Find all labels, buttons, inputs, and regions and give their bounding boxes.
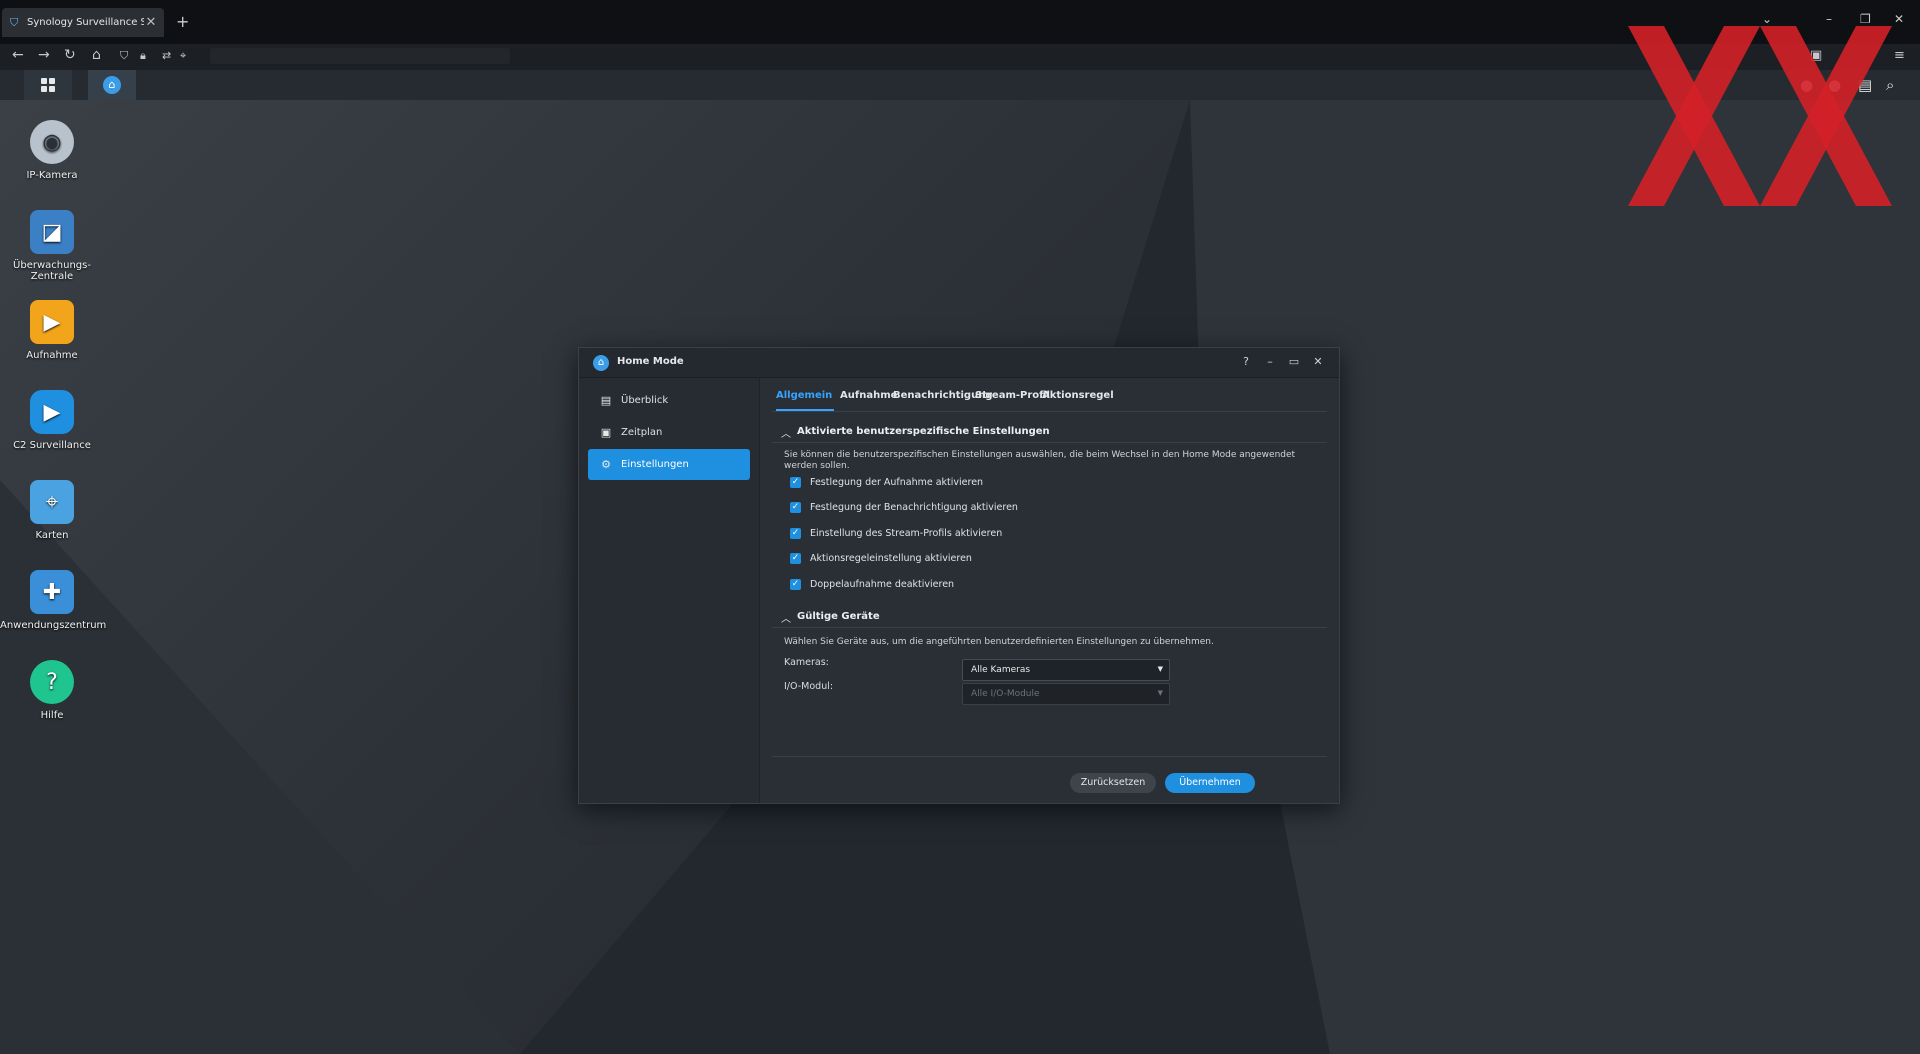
grid-icon xyxy=(41,78,55,92)
checkbox-action-rule[interactable]: ✓ Aktionsregeleinstellung aktivieren xyxy=(790,553,972,564)
address-bar[interactable] xyxy=(210,48,510,64)
location-icon[interactable]: ⌖ xyxy=(180,49,186,63)
browser-tab-title: Synology Surveillance Station - xyxy=(27,17,144,28)
shield-icon: ⛉ xyxy=(10,15,19,29)
tab-close-icon[interactable]: ✕ xyxy=(144,15,158,30)
chevron-up-icon: ︿ xyxy=(781,614,791,625)
recording-icon: ▶ xyxy=(30,300,74,344)
dialog-title: Home Mode xyxy=(617,356,684,367)
home-mode-icon: ⌂ xyxy=(103,76,121,94)
dialog-sidebar: ▤ Überblick ▣ Zeitplan ⚙ Einstellungen xyxy=(579,378,760,803)
home-icon[interactable]: ⌂ xyxy=(92,47,101,63)
chevron-up-icon: ︿ xyxy=(781,429,791,440)
watermark-logo xyxy=(1628,26,1892,206)
puzzle-icon: ✚ xyxy=(30,570,74,614)
io-module-select: Alle I/O-Module ▼ xyxy=(962,683,1170,705)
tab-action-rule[interactable]: Aktionsregel xyxy=(1042,390,1114,401)
forward-icon[interactable]: → xyxy=(38,47,50,63)
main-menu-button[interactable] xyxy=(24,70,72,100)
cameras-select[interactable]: Alle Kameras ▼ xyxy=(962,659,1170,681)
desktop-icon-c2-surveillance[interactable]: ▶ C2 Surveillance xyxy=(0,390,104,451)
restore-icon[interactable]: ❐ xyxy=(1860,12,1871,26)
cameras-label: Kameras: xyxy=(784,657,829,668)
checkmark-icon: ✓ xyxy=(790,528,801,539)
caret-down-icon: ▼ xyxy=(1157,689,1163,697)
tracking-shield-icon[interactable]: ⛉ xyxy=(120,49,128,63)
maximize-icon[interactable]: ▭ xyxy=(1287,355,1301,368)
home-mode-dialog: ⌂ Home Mode ? – ▭ ✕ ▤ Überblick ▣ Zeitpl… xyxy=(578,347,1340,804)
desktop-icon-help[interactable]: ? Hilfe xyxy=(0,660,104,721)
apply-button[interactable]: Übernehmen xyxy=(1165,773,1255,793)
section-header-valid-devices[interactable]: ︿ Gültige Geräte xyxy=(772,607,1327,628)
permissions-icon[interactable]: ⇄ xyxy=(162,49,171,62)
help-icon: ? xyxy=(30,660,74,704)
checkbox-recording[interactable]: ✓ Festlegung der Aufnahme aktivieren xyxy=(790,477,983,488)
section-description: Wählen Sie Geräte aus, um die angeführte… xyxy=(784,637,1214,647)
checkmark-icon: ✓ xyxy=(790,502,801,513)
desktop-icon-recording[interactable]: ▶ Aufnahme xyxy=(0,300,104,361)
home-mode-icon: ⌂ xyxy=(593,355,609,371)
tab-recording[interactable]: Aufnahme xyxy=(840,390,897,401)
menu-icon[interactable]: ≡ xyxy=(1894,48,1905,63)
c2-surveillance-icon: ▶ xyxy=(30,390,74,434)
checkbox-dual-recording[interactable]: ✓ Doppelaufnahme deaktivieren xyxy=(790,579,954,590)
tab-stream-profile[interactable]: Stream-Profil xyxy=(975,390,1050,401)
checkmark-icon: ✓ xyxy=(790,579,801,590)
checkmark-icon: ✓ xyxy=(790,477,801,488)
section-description: Sie können die benutzerspezifischen Eins… xyxy=(784,450,1296,471)
calendar-icon: ▣ xyxy=(600,425,612,439)
tab-list-icon[interactable]: ⌄ xyxy=(1762,12,1772,26)
checkbox-notification[interactable]: ✓ Festlegung der Benachrichtigung aktivi… xyxy=(790,502,1018,513)
minimize-icon[interactable]: – xyxy=(1826,12,1832,26)
caret-down-icon: ▼ xyxy=(1157,665,1163,673)
map-icon: ⌖ xyxy=(30,480,74,524)
sidebar-item-settings[interactable]: ⚙ Einstellungen xyxy=(588,449,750,480)
new-tab-button[interactable]: + xyxy=(176,12,189,31)
section-header-custom-settings[interactable]: ︿ Aktivierte benutzerspezifische Einstel… xyxy=(772,422,1327,443)
checkbox-stream-profile[interactable]: ✓ Einstellung des Stream-Profils aktivie… xyxy=(790,528,1002,539)
desktop-icon-maps[interactable]: ⌖ Karten xyxy=(0,480,104,541)
active-tab-indicator xyxy=(776,409,834,411)
lock-icon[interactable]: 🔒︎ xyxy=(140,49,146,63)
desktop-icon-ip-camera[interactable]: ◉ IP-Kamera xyxy=(0,120,104,181)
overview-icon: ▤ xyxy=(600,393,612,407)
close-icon[interactable]: ✕ xyxy=(1894,12,1904,26)
desktop-icon-app-center[interactable]: ✚ Anwendungszentrum xyxy=(0,570,106,631)
browser-tab[interactable]: ⛉ Synology Surveillance Station - ✕ xyxy=(2,8,164,37)
sidebar-item-schedule[interactable]: ▣ Zeitplan xyxy=(588,417,750,448)
close-icon[interactable]: ✕ xyxy=(1311,355,1325,368)
tab-general[interactable]: Allgemein xyxy=(776,390,832,401)
monitor-center-icon: ◪ xyxy=(30,210,74,254)
minimize-icon[interactable]: – xyxy=(1263,355,1277,368)
dialog-content: Allgemein Aufnahme Benachrichtigung Stre… xyxy=(760,378,1339,803)
home-mode-taskbar-button[interactable]: ⌂ xyxy=(88,70,136,100)
reset-button[interactable]: Zurücksetzen xyxy=(1070,773,1156,793)
gear-icon: ⚙ xyxy=(601,457,611,471)
dialog-titlebar[interactable]: ⌂ Home Mode ? – ▭ ✕ xyxy=(579,348,1339,378)
footer-divider xyxy=(772,756,1327,757)
sidebar-item-overview[interactable]: ▤ Überblick xyxy=(588,385,750,416)
checkmark-icon: ✓ xyxy=(790,553,801,564)
help-button[interactable]: ? xyxy=(1239,355,1253,368)
desktop-icon-monitor-center[interactable]: ◪ Überwachungs-Zentrale xyxy=(0,210,104,282)
camera-icon: ◉ xyxy=(30,120,74,164)
io-module-label: I/O-Modul: xyxy=(784,681,834,692)
back-icon[interactable]: ← xyxy=(12,47,24,63)
reload-icon[interactable]: ↻ xyxy=(64,47,76,63)
tab-bar: Allgemein Aufnahme Benachrichtigung Stre… xyxy=(772,378,1327,412)
